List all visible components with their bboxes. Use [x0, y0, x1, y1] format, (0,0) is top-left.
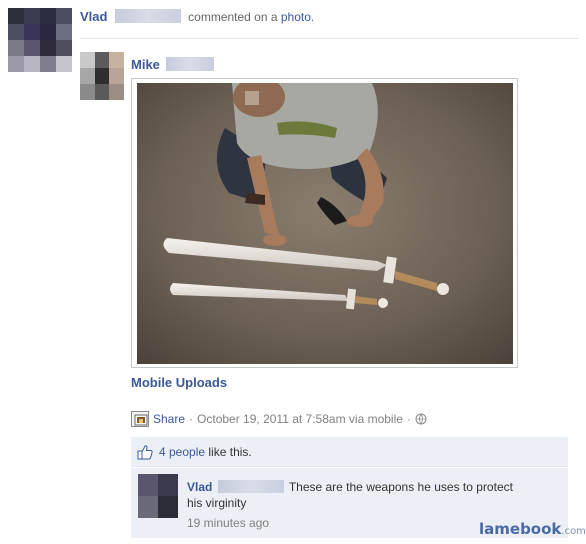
meta-separator-1: · — [189, 412, 194, 426]
post-author-name-link[interactable]: Mike — [131, 57, 160, 72]
likes-text: 4 people like this. — [159, 445, 252, 459]
commenter-name-link[interactable]: Vlad — [187, 480, 212, 494]
post-author: Mike — [131, 57, 215, 72]
photo[interactable] — [137, 83, 513, 364]
thumbs-up-icon — [137, 445, 153, 460]
story-divider — [80, 38, 578, 39]
story-action-text: commented on a photo. — [188, 10, 315, 24]
likes-row: 4 people like this. — [137, 444, 252, 460]
actor-avatar[interactable] — [8, 8, 72, 72]
commenter-avatar[interactable] — [138, 474, 178, 518]
actor-name-link[interactable]: Vlad — [80, 9, 107, 24]
author-avatar[interactable] — [80, 52, 124, 100]
comment-timestamp[interactable]: 19 minutes ago — [187, 516, 269, 530]
lamebook-watermark: lamebook.com — [479, 520, 586, 538]
meta-separator-2: · — [406, 412, 411, 426]
globe-icon[interactable] — [415, 413, 427, 425]
watermark-tld: .com — [561, 526, 586, 537]
album-link[interactable]: Mobile Uploads — [131, 375, 227, 390]
commenter-surname-redaction — [217, 480, 284, 493]
post-timestamp[interactable]: October 19, 2011 at 7:58am via mobile — [197, 412, 403, 426]
post-meta-row: Share · October 19, 2011 at 7:58am via m… — [131, 411, 427, 427]
story-header: Vlad commented on a photo. — [80, 9, 314, 24]
likes-count-link[interactable]: 4 people — [159, 445, 205, 459]
share-icon[interactable] — [131, 411, 149, 427]
actor-surname-redaction — [114, 9, 181, 23]
photo-link[interactable]: photo — [281, 10, 311, 24]
photo-image — [137, 83, 513, 364]
comment-body: Vlad These are the weapons he uses to pr… — [187, 479, 517, 511]
author-surname-redaction — [166, 57, 215, 71]
watermark-brand: lamebook — [479, 520, 562, 538]
share-link[interactable]: Share — [153, 412, 185, 426]
likes-suffix: like this. — [208, 445, 252, 459]
